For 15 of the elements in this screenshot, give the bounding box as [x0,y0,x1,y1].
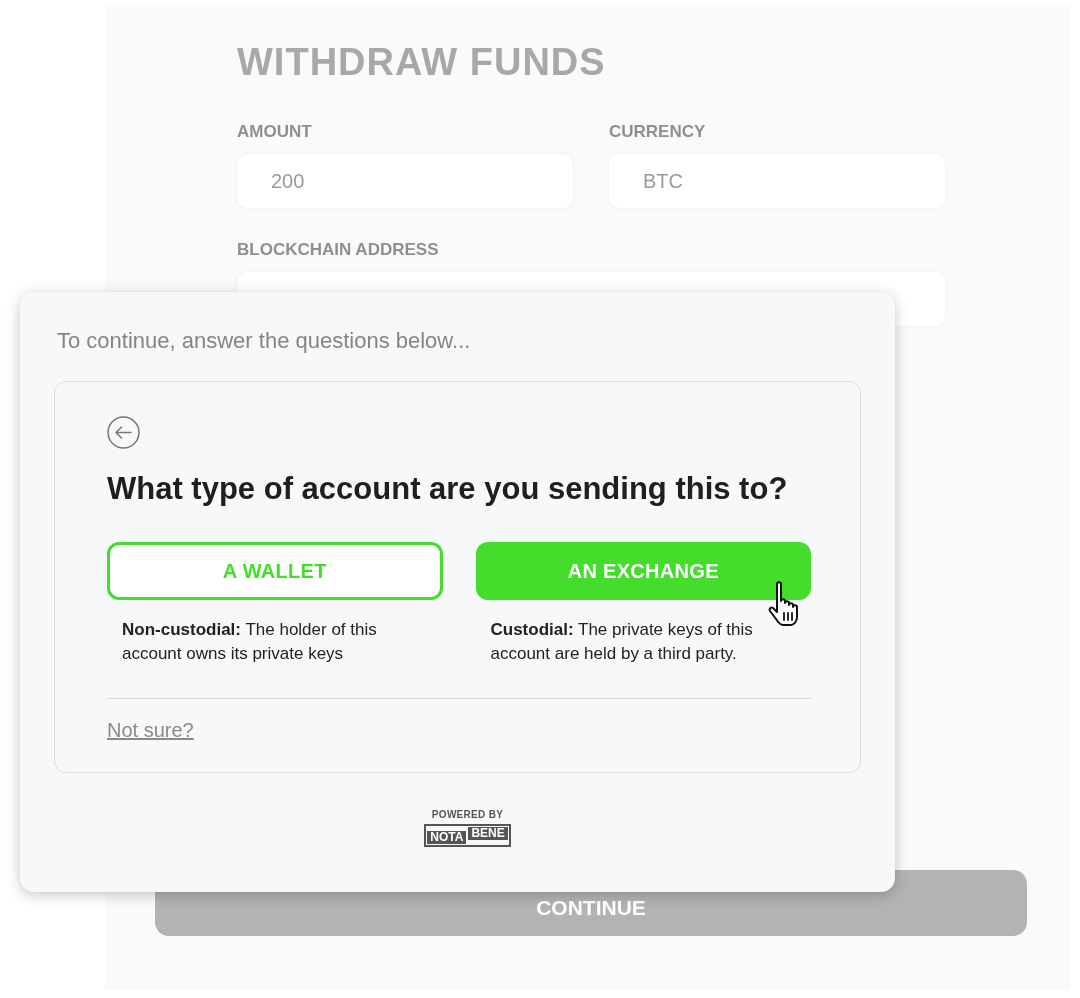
input-field[interactable]: BTC [609,154,945,208]
not-sure-link[interactable]: Not sure? [107,719,194,742]
powered-by-text: POWERED BY [431,809,504,820]
page-title: WITHDRAW FUNDS [237,41,607,84]
option-description: Non-custodial: The holder of this account owns its private keys [122,619,378,665]
field-label: CURRENCY [609,122,707,142]
option-button[interactable]: AN EXCHANGE [475,542,811,600]
input-field[interactable]: 200 [237,154,573,208]
field-label: BLOCKCHAIN ADDRESS [237,240,440,260]
question-heading: What type of account are you sending this to? [107,471,789,507]
logo: NOTA BENE [424,824,511,847]
option-description: Custodial: The private keys of this account are held by a third party. [490,619,754,665]
field-label: AMOUNT [237,122,313,142]
instruction-text: To continue, answer the questions below... [57,328,472,354]
option-button[interactable]: A WALLET [107,542,443,600]
